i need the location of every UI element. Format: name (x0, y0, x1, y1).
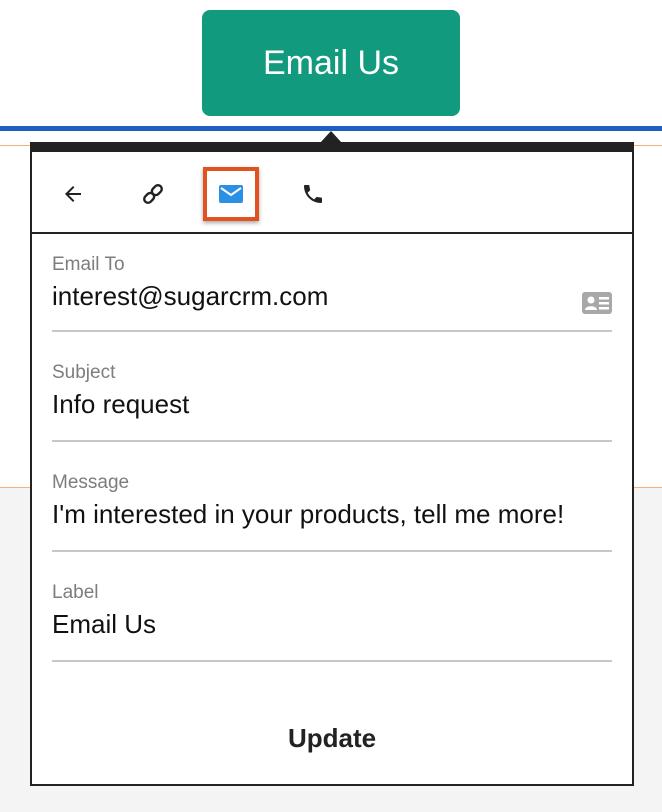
email-to-field[interactable]: Email To interest@sugarcrm.com (52, 254, 612, 332)
email-us-button[interactable]: Email Us (202, 10, 460, 116)
link-type-phone-button[interactable] (291, 172, 335, 216)
button-label-label: Label (52, 582, 99, 603)
email-to-input[interactable]: interest@sugarcrm.com (52, 280, 612, 318)
email-icon (219, 185, 243, 203)
message-input[interactable]: I'm interested in your products, tell me… (52, 498, 612, 536)
back-button[interactable] (51, 172, 95, 216)
phone-icon (304, 185, 322, 203)
button-label-field[interactable]: Label Email Us (52, 582, 612, 662)
link-editor-popover: Email To interest@sugarcrm.com Subject I… (30, 142, 634, 786)
link-type-url-button[interactable] (131, 172, 175, 216)
subject-field[interactable]: Subject Info request (52, 362, 612, 442)
link-type-email-button[interactable] (203, 167, 259, 221)
subject-input[interactable]: Info request (52, 388, 612, 426)
button-label-input[interactable]: Email Us (52, 608, 612, 646)
link-type-toolbar (32, 152, 632, 234)
message-label: Message (52, 472, 130, 493)
email-to-label: Email To (52, 254, 125, 275)
subject-label: Subject (52, 362, 116, 383)
update-button[interactable]: Update (232, 708, 432, 768)
message-field[interactable]: Message I'm interested in your products,… (52, 472, 612, 552)
link-icon (143, 184, 163, 204)
arrow-back-icon (65, 186, 81, 202)
contact-card-icon[interactable] (582, 292, 612, 319)
